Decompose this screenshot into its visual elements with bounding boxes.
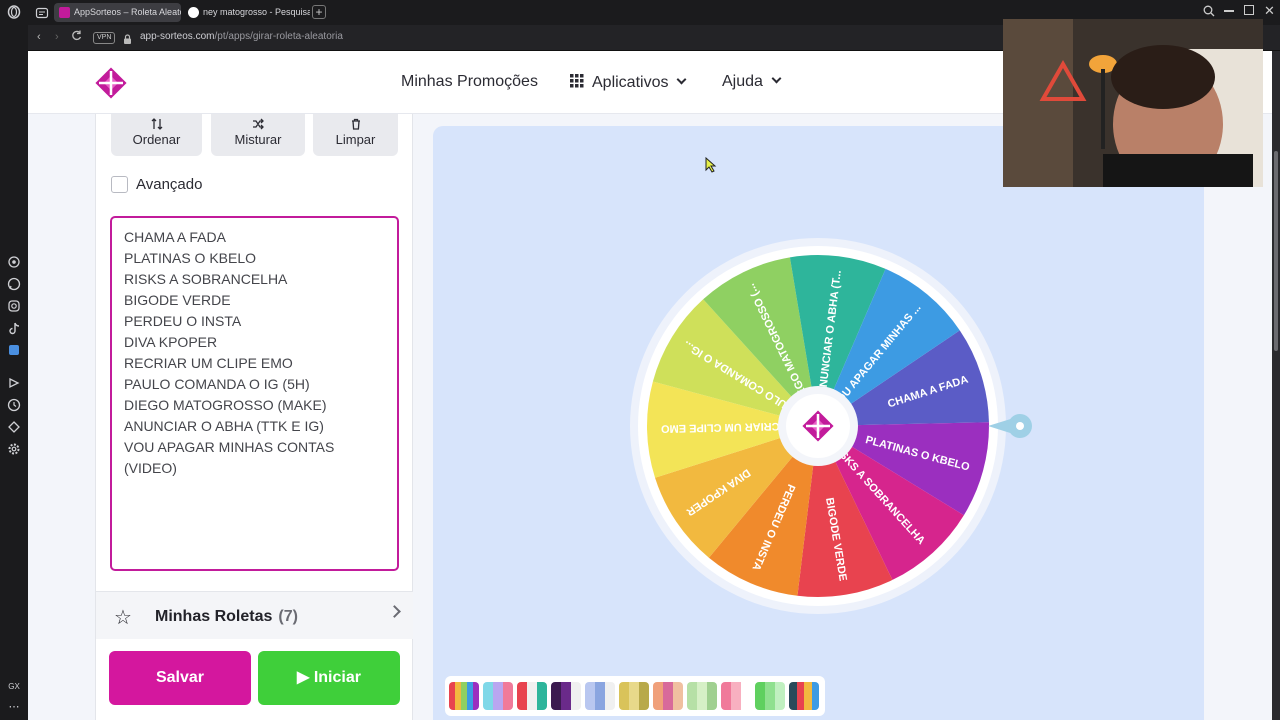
- palette-swatch[interactable]: [789, 682, 819, 710]
- wheel-peg: [697, 293, 703, 299]
- advanced-checkbox[interactable]: [111, 176, 128, 193]
- scrollbar-thumb[interactable]: [1274, 151, 1278, 351]
- my-wheels-label: Minhas Roletas: [155, 608, 273, 625]
- instagram-icon[interactable]: [7, 299, 21, 313]
- workspaces-icon[interactable]: [35, 6, 49, 19]
- palette-swatch[interactable]: [551, 682, 581, 710]
- wheel-peg: [965, 515, 971, 521]
- wheel-peg: [961, 325, 967, 331]
- menu-help[interactable]: Ajuda: [722, 73, 782, 91]
- palette-swatch[interactable]: [755, 682, 785, 710]
- restore-icon[interactable]: [1244, 5, 1254, 15]
- menu-apps-label: Aplicativos: [592, 74, 669, 91]
- settings-gear-icon[interactable]: [7, 442, 21, 456]
- google-favicon-icon: [188, 7, 199, 18]
- browser-sidebar: GX ⋯: [0, 0, 28, 720]
- start-button[interactable]: ▶ Iniciar: [258, 651, 400, 705]
- menu-my-promotions[interactable]: Minhas Promoções: [401, 73, 538, 91]
- app-icon[interactable]: [7, 343, 21, 357]
- my-wheels-row[interactable]: ☆ Minhas Roletas (7): [96, 591, 413, 639]
- save-button[interactable]: Salvar: [109, 651, 251, 705]
- shuffle-icon: [211, 118, 305, 132]
- my-wheels-title: Minhas Roletas (7): [155, 608, 298, 626]
- spin-wheel[interactable]: CHAMA A FADAPLATINAS O KBELORISKS A SOBR…: [623, 231, 1043, 631]
- menu-apps[interactable]: Aplicativos: [570, 73, 687, 92]
- clear-button[interactable]: Limpar: [313, 114, 398, 156]
- minimize-icon[interactable]: [1224, 10, 1234, 12]
- start-label: Iniciar: [313, 669, 361, 686]
- entries-panel: Ordenar Misturar Limpar Avançado CHAMA A…: [95, 114, 413, 720]
- palette-swatch[interactable]: [449, 682, 479, 710]
- shuffle-label: Misturar: [234, 132, 282, 147]
- trash-icon: [313, 118, 398, 132]
- palette-swatch[interactable]: [687, 682, 717, 710]
- tab-title: ney matogrosso - Pesquisa: [203, 7, 310, 17]
- wheel-peg: [703, 559, 709, 565]
- url-field[interactable]: app-sorteos.com/pt/apps/girar-roleta-ale…: [140, 31, 343, 42]
- webcam-overlay: [1003, 19, 1263, 187]
- palette-swatch[interactable]: [653, 682, 683, 710]
- tiktok-icon[interactable]: [7, 321, 21, 335]
- vpn-badge[interactable]: VPN: [93, 32, 116, 44]
- tab-appsorteos[interactable]: AppSorteos – Roleta Aleatória: [54, 3, 181, 22]
- menu-help-label: Ajuda: [722, 73, 763, 90]
- player-icon[interactable]: [7, 376, 21, 390]
- sort-icon: [111, 118, 202, 132]
- opera-logo-icon[interactable]: [7, 5, 21, 19]
- chevron-down-icon: [771, 73, 782, 84]
- gx-label: GX: [8, 682, 20, 691]
- sort-button[interactable]: Ordenar: [111, 114, 202, 156]
- palette-swatch[interactable]: [721, 682, 751, 710]
- chevron-right-icon: [388, 605, 401, 618]
- appsorteos-logo-icon[interactable]: [93, 65, 129, 101]
- new-tab-button[interactable]: +: [312, 5, 326, 19]
- play-icon: ▶: [297, 669, 310, 686]
- wheel-peg: [892, 581, 898, 587]
- my-wheels-count: (7): [278, 608, 298, 625]
- shuffle-button[interactable]: Misturar: [211, 114, 305, 156]
- mouse-cursor-icon: [705, 156, 717, 178]
- forward-icon[interactable]: ›: [55, 31, 59, 43]
- palette-swatch[interactable]: [585, 682, 615, 710]
- url-path: /pt/apps/girar-roleta-aleatoria: [214, 31, 343, 42]
- wheel-peg: [647, 476, 653, 482]
- appsorteos-favicon-icon: [59, 7, 70, 18]
- theme-palette-bar: [445, 676, 825, 716]
- advanced-label: Avançado: [136, 176, 203, 193]
- entries-textarea[interactable]: CHAMA A FADA PLATINAS O KBELO RISKS A SO…: [110, 216, 399, 571]
- url-host: app-sorteos.com: [140, 31, 215, 42]
- sort-label: Ordenar: [132, 132, 181, 147]
- clear-label: Limpar: [335, 132, 376, 147]
- page-scrollbar[interactable]: [1272, 51, 1280, 720]
- palette-swatch[interactable]: [619, 682, 649, 710]
- star-icon: ☆: [114, 607, 132, 629]
- reload-icon[interactable]: [71, 30, 82, 44]
- chevron-down-icon: [677, 74, 687, 85]
- wheel-peg: [786, 249, 792, 255]
- palette-swatch[interactable]: [483, 682, 513, 710]
- tab-google-search[interactable]: ney matogrosso - Pesquisa: [183, 3, 310, 22]
- wheel-peg: [645, 377, 651, 383]
- wheel-peg: [794, 598, 800, 604]
- close-window-icon[interactable]: ✕: [1264, 3, 1275, 19]
- more-icon[interactable]: ⋯: [7, 700, 21, 714]
- search-tabs-icon[interactable]: [1203, 5, 1215, 20]
- lock-icon[interactable]: [123, 32, 132, 50]
- history-icon[interactable]: [7, 398, 21, 412]
- wheel-peg: [885, 261, 891, 267]
- whatsapp-icon[interactable]: [7, 277, 21, 291]
- extensions-icon[interactable]: [7, 420, 21, 434]
- grid-icon: [570, 74, 584, 88]
- ai-icon[interactable]: [7, 255, 21, 269]
- back-icon[interactable]: ‹: [37, 31, 41, 43]
- wheel-area: CHAMA A FADA PLATINAS O KBELO RISKS A SOBR…: [433, 126, 1204, 720]
- palette-swatch[interactable]: [517, 682, 547, 710]
- tab-title: AppSorteos – Roleta Aleatória: [74, 7, 181, 17]
